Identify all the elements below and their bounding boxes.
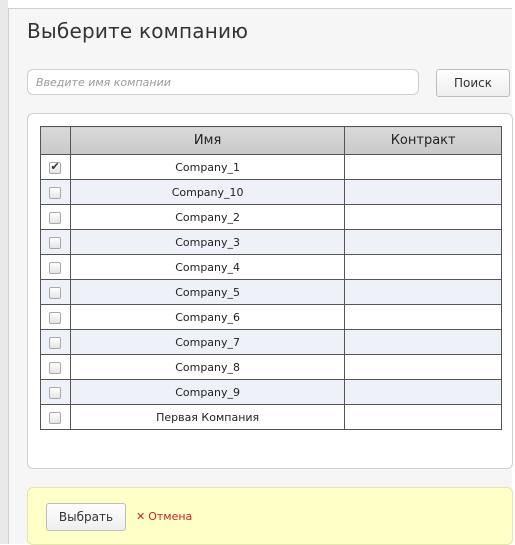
row-checkbox-cell [40,379,71,405]
contract-cell [344,204,502,230]
cancel-link[interactable]: ✕ Отмена [136,510,192,523]
row-checkbox-cell [40,179,71,205]
contract-cell [344,379,502,405]
background-strip [0,0,8,544]
row-checkbox[interactable] [49,311,62,324]
company-name-cell: Company_6 [69,304,346,330]
row-checkbox[interactable] [49,336,62,349]
table-row[interactable]: Company_7 [40,329,502,355]
table-row[interactable]: Company_4 [40,254,502,280]
row-checkbox-cell [40,354,71,380]
company-name-cell: Company_3 [69,229,346,255]
close-icon: ✕ [136,510,146,523]
row-checkbox[interactable] [49,211,62,224]
row-checkbox[interactable]: ✔ [49,159,62,174]
row-checkbox-cell [40,254,71,280]
contract-cell [344,404,502,430]
contract-cell [344,179,502,205]
choose-button[interactable]: Выбрать [46,503,126,531]
row-checkbox[interactable] [49,236,62,249]
header-name[interactable]: Имя [69,126,346,155]
table-row[interactable]: Company_6 [40,304,502,330]
company-name-cell: Первая Компания [69,404,346,430]
contract-cell [344,254,502,280]
row-checkbox-cell [40,404,71,430]
row-checkbox-cell [40,229,71,255]
row-checkbox-cell [40,304,71,330]
company-name-cell: Company_2 [69,204,346,230]
company-name-cell: Company_7 [69,329,346,355]
contract-cell [344,229,502,255]
row-checkbox[interactable] [49,411,62,424]
select-company-dialog: Выберите компанию Поиск Имя Контракт ✔ Co… [8,8,513,545]
company-name-cell: Company_1 [69,154,346,180]
company-name-cell: Company_4 [69,254,346,280]
contract-cell [344,304,502,330]
row-checkbox[interactable] [49,361,62,374]
contract-cell [344,279,502,305]
contract-cell [344,154,502,180]
row-checkbox[interactable] [49,261,62,274]
table-row[interactable]: Company_8 [40,354,502,380]
table-row[interactable]: Company_10 [40,179,502,205]
row-checkbox-cell [40,279,71,305]
table-row[interactable]: Company_5 [40,279,502,305]
table-row[interactable]: Company_3 [40,229,502,255]
dialog-title: Выберите компанию [27,19,249,43]
company-table: Имя Контракт ✔ Company_1 Company_10 Company… [40,126,502,430]
checkmark-icon: ✔ [50,159,60,173]
row-checkbox[interactable] [49,186,62,199]
company-name-cell: Company_9 [69,379,346,405]
row-checkbox[interactable] [49,386,62,399]
company-name-cell: Company_10 [69,179,346,205]
table-row[interactable]: Company_2 [40,204,502,230]
search-row: Поиск [27,69,513,97]
row-checkbox-cell [40,329,71,355]
company-name-cell: Company_5 [69,279,346,305]
table-row[interactable]: Первая Компания [40,404,502,430]
row-checkbox[interactable] [49,286,62,299]
search-button[interactable]: Поиск [436,69,510,97]
contract-cell [344,329,502,355]
table-row[interactable]: Company_9 [40,379,502,405]
header-contract[interactable]: Контракт [344,126,502,155]
table-header-row: Имя Контракт [40,126,502,155]
table-row[interactable]: ✔ Company_1 [40,154,502,180]
dialog-footer: Выбрать ✕ Отмена [27,487,513,545]
row-checkbox-cell [40,204,71,230]
contract-cell [344,354,502,380]
cancel-label: Отмена [148,510,193,523]
row-checkbox-cell: ✔ [40,154,71,180]
table-panel: Имя Контракт ✔ Company_1 Company_10 Company… [27,113,513,469]
company-name-cell: Company_8 [69,354,346,380]
header-select [40,126,71,155]
company-search-input[interactable] [27,69,419,95]
